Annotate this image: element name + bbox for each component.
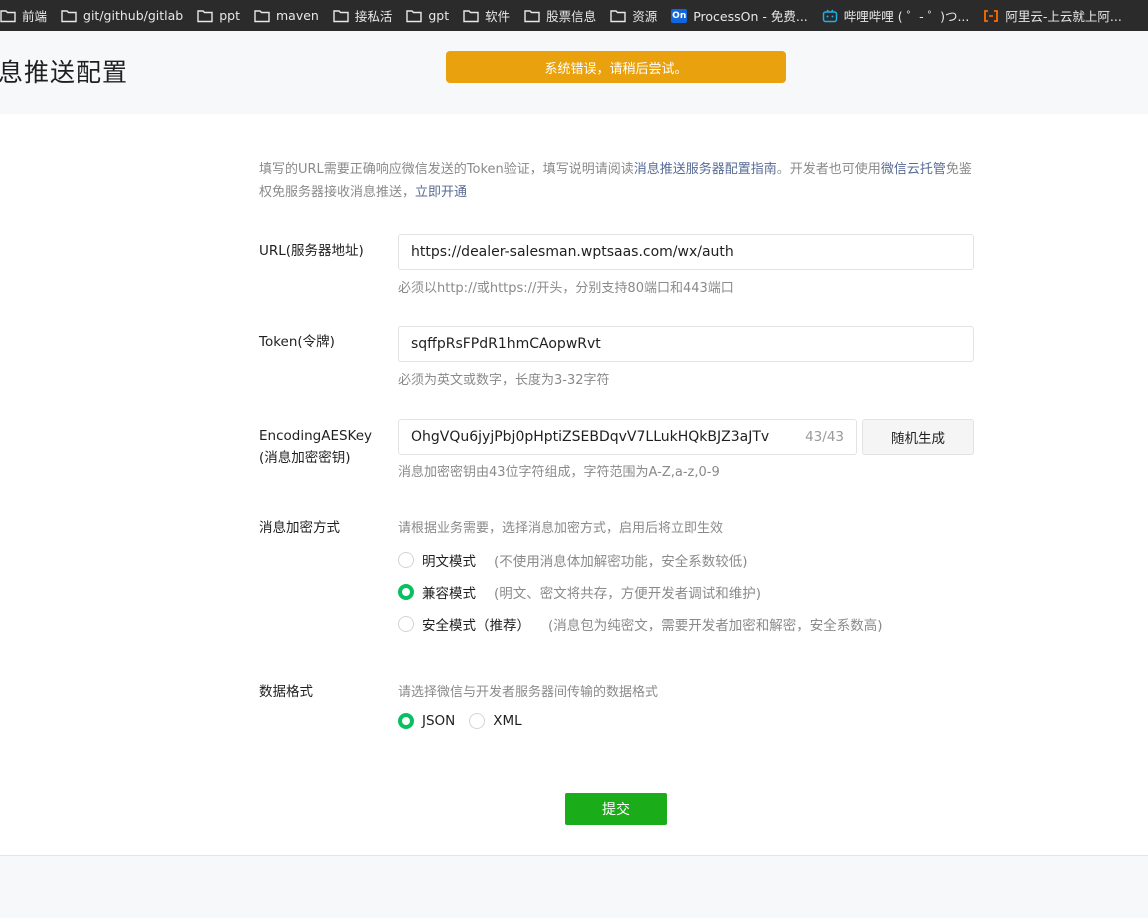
bookmark-label: 资源 (632, 9, 658, 24)
encryption-hint: 请根据业务需要，选择消息加密方式，启用后将立即生效 (398, 521, 724, 536)
guide-link[interactable]: 消息推送服务器配置指南 (634, 162, 777, 177)
page-title: 息推送配置 (0, 58, 129, 87)
bookmark-side-jobs[interactable]: 接私活 (333, 6, 393, 25)
folder-icon (406, 8, 423, 24)
token-hint: 必须为英文或数字，长度为3-32字符 (398, 373, 610, 388)
token-input[interactable]: sqffpRsFPdR1hmCAopwRvt (398, 326, 974, 362)
bookmark-label: 接私活 (354, 9, 393, 24)
bookmark-gpt[interactable]: gpt (406, 8, 449, 24)
enable-now-link[interactable]: 立即开通 (415, 185, 467, 200)
encryption-option-secure[interactable]: 安全模式（推荐） (消息包为纯密文，需要开发者加密和解密，安全系数高) (398, 614, 883, 634)
format-options: JSON XML (398, 713, 522, 729)
encryption-option-compatible[interactable]: 兼容模式 (明文、密文将共存，方便开发者调试和维护) (398, 582, 761, 602)
radio-label: 明文模式 (422, 554, 476, 570)
intro-text: 填写的URL需要正确响应微信发送的Token验证，填写说明请阅读消息推送服务器配… (259, 158, 979, 204)
format-label: 数据格式 (259, 684, 313, 700)
intro-text-part: 。开发者也可使用 (776, 162, 881, 177)
generate-key-button[interactable]: 随机生成 (862, 419, 974, 455)
bookmark-label: 股票信息 (546, 9, 597, 24)
radio-label: 安全模式（推荐） (422, 618, 530, 634)
radio-desc: (不使用消息体加解密功能，安全系数较低) (494, 554, 748, 570)
bookmark-maven[interactable]: maven (254, 8, 319, 24)
token-label: Token(令牌) (259, 334, 335, 350)
folder-icon (0, 8, 16, 24)
radio-label: 兼容模式 (422, 586, 476, 602)
aliyun-icon (983, 8, 999, 24)
error-toast: 系统错误，请稍后尝试。 (446, 51, 786, 83)
radio-unchecked-icon[interactable] (398, 616, 414, 632)
bookmark-git[interactable]: git/github/gitlab (61, 8, 183, 24)
bookmark-label: ppt (219, 8, 240, 23)
bookmark-aliyun[interactable]: 阿里云-上云就上阿... (983, 6, 1122, 25)
folder-icon (524, 8, 540, 24)
token-value: sqffpRsFPdR1hmCAopwRvt (411, 336, 601, 352)
folder-icon (254, 8, 270, 24)
bookmark-processon[interactable]: On ProcessOn - 免费... (671, 6, 808, 25)
url-label: URL(服务器地址) (259, 243, 364, 259)
aeskey-label: EncodingAESKey (259, 428, 373, 444)
processon-icon: On (671, 8, 688, 24)
radio-unchecked-icon[interactable] (398, 552, 414, 568)
bilibili-icon (822, 8, 838, 24)
bookmark-resources[interactable]: 资源 (610, 6, 657, 25)
format-option-xml[interactable]: XML (493, 713, 521, 729)
bookmark-label: 哔哩哔哩 ( ゜- ゜)つ... (843, 9, 970, 24)
folder-icon (333, 8, 349, 24)
bookmark-label: 阿里云-上云就上阿... (1005, 9, 1122, 24)
format-hint: 请选择微信与开发者服务器间传输的数据格式 (398, 685, 659, 700)
radio-checked-icon[interactable] (398, 713, 414, 729)
bookmark-bilibili[interactable]: 哔哩哔哩 ( ゜- ゜)つ... (822, 6, 970, 25)
folder-icon (463, 8, 479, 24)
url-input[interactable]: https://dealer-salesman.wptsaas.com/wx/a… (398, 234, 974, 270)
radio-desc: (消息包为纯密文，需要开发者加密和解密，安全系数高) (548, 618, 883, 634)
format-option-json[interactable]: JSON (422, 713, 455, 729)
bookmark-stocks[interactable]: 股票信息 (524, 6, 596, 25)
radio-unchecked-icon[interactable] (469, 713, 486, 729)
cloud-hosting-link[interactable]: 微信云托管 (881, 162, 946, 177)
bookmark-label: gpt (428, 8, 450, 23)
encryption-option-plain[interactable]: 明文模式 (不使用消息体加解密功能，安全系数较低) (398, 550, 748, 570)
intro-text-part: 填写的URL需要正确响应微信发送的Token验证，填写说明请阅读 (259, 162, 634, 177)
radio-checked-icon[interactable] (398, 584, 414, 600)
aeskey-counter: 43/43 (805, 429, 844, 445)
bookmarks-bar: 前端 git/github/gitlab ppt maven 接私活 gpt 软… (0, 0, 1148, 31)
processon-badge: On (671, 8, 688, 23)
aeskey-hint: 消息加密密钥由43位字符组成，字符范围为A-Z,a-z,0-9 (398, 465, 720, 480)
bookmark-label: 软件 (485, 9, 511, 24)
folder-icon (61, 8, 77, 24)
page-header: 息推送配置 系统错误，请稍后尝试。 (0, 31, 1148, 114)
folder-icon (197, 8, 213, 24)
aeskey-label-sub: (消息加密密钥) (259, 450, 351, 466)
aeskey-value: OhgVQu6jyjPbj0pHptiZSEBDqvV7LLukHQkBJZ3a… (411, 429, 770, 445)
bookmark-frontend[interactable]: 前端 (0, 6, 47, 25)
aeskey-input[interactable]: OhgVQu6jyjPbj0pHptiZSEBDqvV7LLukHQkBJZ3a… (398, 419, 857, 455)
bookmark-label: git/github/gitlab (83, 8, 184, 23)
bookmark-label: ProcessOn - 免费... (693, 9, 808, 24)
bookmark-software[interactable]: 软件 (463, 6, 510, 25)
bookmark-label: 前端 (22, 9, 48, 24)
radio-desc: (明文、密文将共存，方便开发者调试和维护) (494, 586, 762, 602)
folder-icon (610, 8, 626, 24)
encryption-label: 消息加密方式 (259, 520, 340, 536)
bookmark-label: maven (276, 8, 319, 23)
bookmark-ppt[interactable]: ppt (197, 8, 240, 24)
submit-button[interactable]: 提交 (565, 793, 667, 825)
url-hint: 必须以http://或https://开头，分别支持80端口和443端口 (398, 281, 734, 296)
url-value: https://dealer-salesman.wptsaas.com/wx/a… (411, 244, 734, 260)
config-panel: 填写的URL需要正确响应微信发送的Token验证，填写说明请阅读消息推送服务器配… (0, 114, 1148, 856)
